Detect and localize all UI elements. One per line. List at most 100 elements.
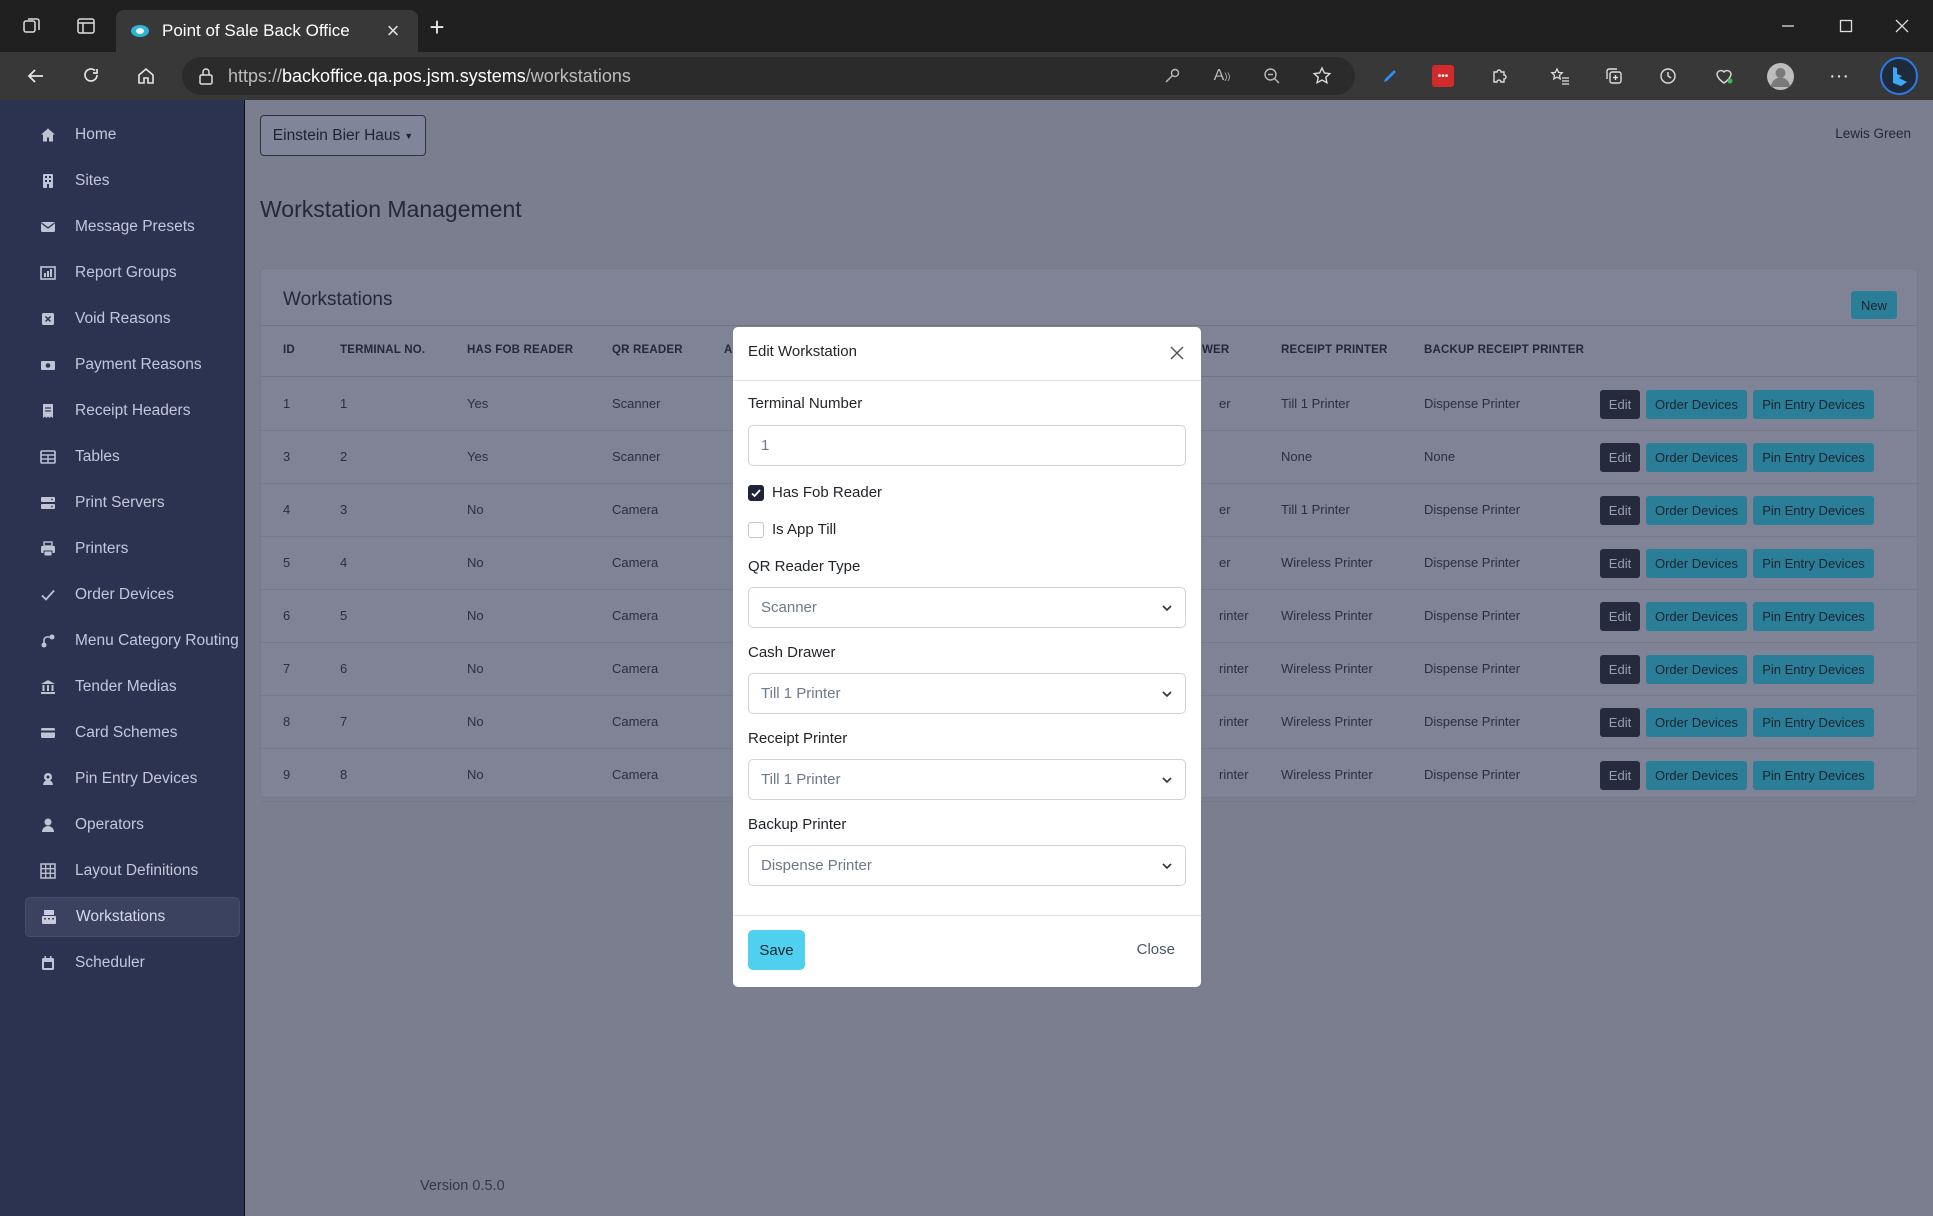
- home-browser-icon[interactable]: [132, 62, 160, 90]
- order-devices-button[interactable]: Order Devices: [1646, 443, 1747, 472]
- profile-avatar-icon[interactable]: [1767, 63, 1794, 90]
- order-devices-button[interactable]: Order Devices: [1646, 761, 1747, 790]
- edit-button[interactable]: Edit: [1600, 549, 1640, 578]
- extension-pen-icon[interactable]: [1378, 64, 1402, 88]
- sidebar-item-order-devices[interactable]: Order Devices: [25, 575, 240, 615]
- close-icon[interactable]: [1165, 341, 1189, 365]
- favorites-icon[interactable]: [1548, 64, 1572, 88]
- pin-entry-devices-button[interactable]: Pin Entry Devices: [1753, 549, 1874, 578]
- sidebar-item-home[interactable]: Home: [25, 115, 240, 155]
- order-devices-button[interactable]: Order Devices: [1646, 496, 1747, 525]
- pin-entry-devices-button[interactable]: Pin Entry Devices: [1753, 496, 1874, 525]
- column-header-id[interactable]: ID: [283, 344, 295, 356]
- backup-printer-select[interactable]: Dispense Printer: [748, 845, 1186, 886]
- order-devices-button[interactable]: Order Devices: [1646, 708, 1747, 737]
- sidebar-item-message-presets[interactable]: Message Presets: [25, 207, 240, 247]
- column-header-backup[interactable]: BACKUP RECEIPT PRINTER: [1424, 344, 1584, 356]
- cell-drawer: rinter: [1219, 608, 1249, 623]
- column-header-app[interactable]: A: [724, 344, 733, 356]
- receipt-printer-select[interactable]: Till 1 Printer: [748, 759, 1186, 800]
- edit-button[interactable]: Edit: [1600, 761, 1640, 790]
- column-header-fob[interactable]: HAS FOB READER: [467, 344, 573, 356]
- modal-title: Edit Workstation: [748, 343, 857, 360]
- checkbox-checked-icon[interactable]: [748, 484, 764, 501]
- sidebar-item-receipt-headers[interactable]: Receipt Headers: [25, 391, 240, 431]
- pin-entry-devices-button[interactable]: Pin Entry Devices: [1753, 390, 1874, 419]
- qr-reader-type-select[interactable]: Scanner: [748, 587, 1186, 628]
- performance-heart-icon[interactable]: [1712, 64, 1736, 88]
- edit-button[interactable]: Edit: [1600, 655, 1640, 684]
- order-devices-button[interactable]: Order Devices: [1646, 390, 1747, 419]
- sidebar-item-operators[interactable]: Operators: [25, 805, 240, 845]
- order-devices-button[interactable]: Order Devices: [1646, 549, 1747, 578]
- collections-icon[interactable]: [1602, 64, 1626, 88]
- sidebar-item-void-reasons[interactable]: Void Reasons: [25, 299, 240, 339]
- read-aloud-icon[interactable]: A)): [1210, 64, 1234, 88]
- pin-entry-devices-button[interactable]: Pin Entry Devices: [1753, 708, 1874, 737]
- route-icon: [39, 632, 57, 650]
- edit-button[interactable]: Edit: [1600, 390, 1640, 419]
- sidebar-item-tables[interactable]: Tables: [25, 437, 240, 477]
- has-fob-reader-checkbox[interactable]: Has Fob Reader: [748, 484, 882, 501]
- edit-button[interactable]: Edit: [1600, 496, 1640, 525]
- cell-backup: Dispense Printer: [1424, 661, 1521, 676]
- sidebar-item-pin-entry-devices[interactable]: Pin Entry Devices: [25, 759, 240, 799]
- close-button[interactable]: Close: [1137, 941, 1175, 958]
- sidebar-item-label: Print Servers: [75, 494, 165, 511]
- browser-tab[interactable]: Point of Sale Back Office ×: [116, 10, 418, 52]
- minimize-icon[interactable]: [1776, 14, 1800, 38]
- sidebar-item-menu-category-routing[interactable]: Menu Category Routing: [25, 621, 240, 661]
- sidebar-item-tender-medias[interactable]: Tender Medias: [25, 667, 240, 707]
- lock-icon[interactable]: [198, 67, 214, 85]
- pin-entry-devices-button[interactable]: Pin Entry Devices: [1753, 655, 1874, 684]
- pin-entry-devices-button[interactable]: Pin Entry Devices: [1753, 443, 1874, 472]
- user-name[interactable]: Lewis Green: [1835, 126, 1911, 141]
- key-icon[interactable]: [1160, 64, 1184, 88]
- column-header-receipt[interactable]: RECEIPT PRINTER: [1281, 344, 1388, 356]
- sidebar-item-print-servers[interactable]: Print Servers: [25, 483, 240, 523]
- site-selector-dropdown[interactable]: Einstein Bier Haus ▼: [260, 115, 426, 156]
- sidebar-item-layout-definitions[interactable]: Layout Definitions: [25, 851, 240, 891]
- sidebar-item-card-schemes[interactable]: Card Schemes: [25, 713, 240, 753]
- sidebar-item-printers[interactable]: Printers: [25, 529, 240, 569]
- back-icon[interactable]: [22, 62, 50, 90]
- checkbox-unchecked-icon[interactable]: [748, 521, 764, 538]
- pin-entry-devices-button[interactable]: Pin Entry Devices: [1753, 602, 1874, 631]
- cash-drawer-select[interactable]: Till 1 Printer: [748, 673, 1186, 714]
- is-app-till-checkbox[interactable]: Is App Till: [748, 521, 836, 538]
- refresh-icon[interactable]: [77, 62, 105, 90]
- column-header-terminal[interactable]: TERMINAL NO.: [340, 344, 425, 356]
- browser-tab-bar: Point of Sale Back Office × +: [0, 0, 1933, 52]
- edit-button[interactable]: Edit: [1600, 708, 1640, 737]
- pin-entry-devices-button[interactable]: Pin Entry Devices: [1753, 761, 1874, 790]
- maximize-icon[interactable]: [1834, 14, 1858, 38]
- workspaces-icon[interactable]: [18, 12, 46, 40]
- order-devices-button[interactable]: Order Devices: [1646, 602, 1747, 631]
- sidebar-item-payment-reasons[interactable]: Payment Reasons: [25, 345, 240, 385]
- page-title: Workstation Management: [260, 196, 522, 222]
- sidebar-item-sites[interactable]: Sites: [25, 161, 240, 201]
- new-tab-icon[interactable]: +: [424, 12, 450, 42]
- sidebar-item-workstations[interactable]: Workstations: [25, 897, 240, 937]
- extension-red-icon[interactable]: •••: [1432, 65, 1454, 87]
- more-menu-icon[interactable]: ···: [1826, 64, 1852, 88]
- column-header-drawer[interactable]: WER: [1202, 344, 1229, 356]
- edit-button[interactable]: Edit: [1600, 602, 1640, 631]
- edit-button[interactable]: Edit: [1600, 443, 1640, 472]
- sidebar-item-report-groups[interactable]: Report Groups: [25, 253, 240, 293]
- tab-actions-icon[interactable]: [72, 12, 100, 40]
- chevron-down-icon: [1162, 863, 1172, 870]
- sidebar-item-scheduler[interactable]: Scheduler: [25, 943, 240, 983]
- history-icon[interactable]: [1656, 64, 1680, 88]
- bing-copilot-icon[interactable]: [1880, 57, 1918, 95]
- save-button[interactable]: Save: [748, 930, 805, 970]
- column-header-qr[interactable]: QR READER: [612, 344, 683, 356]
- new-workstation-button[interactable]: New: [1851, 291, 1897, 319]
- window-close-icon[interactable]: [1890, 14, 1914, 38]
- favorite-star-icon[interactable]: [1310, 64, 1334, 88]
- tab-close-icon[interactable]: ×: [382, 18, 404, 44]
- extensions-puzzle-icon[interactable]: [1488, 64, 1512, 88]
- order-devices-button[interactable]: Order Devices: [1646, 655, 1747, 684]
- zoom-out-icon[interactable]: [1260, 64, 1284, 88]
- terminal-number-input[interactable]: 1: [748, 425, 1186, 466]
